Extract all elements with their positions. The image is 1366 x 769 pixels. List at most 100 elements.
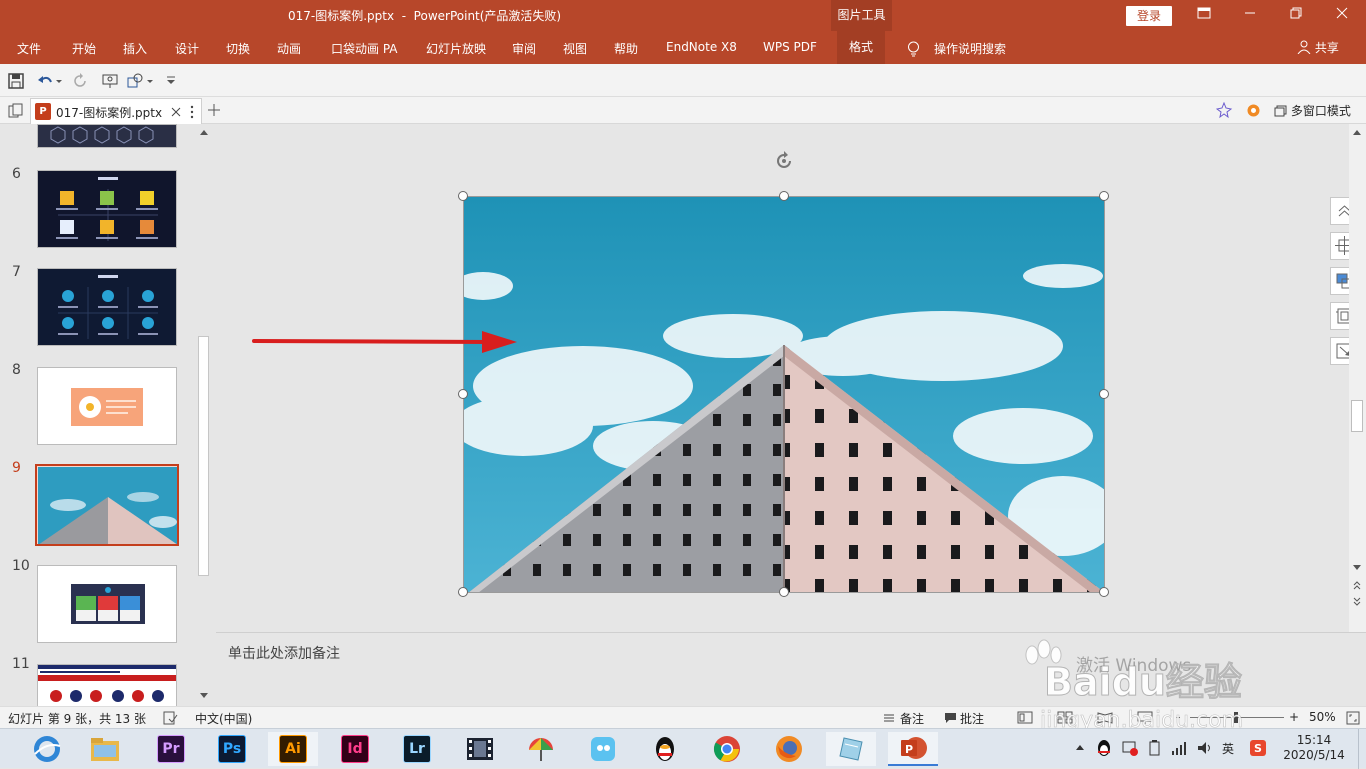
shapes-icon[interactable] xyxy=(126,72,144,90)
resize-handle-top-left[interactable] xyxy=(458,191,468,201)
slide-thumbnail-11[interactable] xyxy=(37,664,177,706)
tab-animations[interactable]: 动画 xyxy=(277,40,301,57)
fit-to-window-icon[interactable] xyxy=(1346,711,1360,725)
notes-placeholder[interactable]: 单击此处添加备注 xyxy=(228,643,340,663)
previous-slide-icon[interactable] xyxy=(1352,579,1362,591)
undo-dropdown-icon[interactable] xyxy=(54,72,64,90)
wifi-signal-icon[interactable] xyxy=(1170,739,1188,757)
slide-thumbnail-8[interactable] xyxy=(37,367,177,445)
comments-toggle-button[interactable]: 批注 xyxy=(960,710,984,727)
network-warning-icon[interactable] xyxy=(1121,739,1139,757)
minimize-button[interactable] xyxy=(1227,0,1273,31)
tab-endnote[interactable]: EndNote X8 xyxy=(666,40,737,54)
language-status[interactable]: 中文(中国) xyxy=(195,710,252,727)
tab-transitions[interactable]: 切换 xyxy=(226,40,250,57)
multi-window-mode-button[interactable]: 多窗口模式 xyxy=(1274,102,1351,119)
slide-thumbnail-7[interactable] xyxy=(37,268,177,346)
taskbar-file-explorer[interactable] xyxy=(80,732,130,766)
share-button[interactable]: 共享 xyxy=(1297,39,1339,56)
tab-review[interactable]: 审阅 xyxy=(512,40,536,57)
shapes-dropdown-icon[interactable] xyxy=(145,72,155,90)
slide-thumbnail-6[interactable] xyxy=(37,170,177,248)
taskbar-photoshop[interactable]: Ps xyxy=(207,732,257,766)
tab-home[interactable]: 开始 xyxy=(72,40,96,57)
ribbon-display-options-button[interactable] xyxy=(1181,0,1227,31)
taskbar-lightroom[interactable]: Lr xyxy=(392,732,442,766)
tab-help[interactable]: 帮助 xyxy=(614,40,638,57)
scroll-up-icon[interactable] xyxy=(1352,128,1362,136)
tab-pocket-animation[interactable]: 口袋动画 PA xyxy=(331,40,398,57)
spell-check-icon[interactable] xyxy=(163,711,178,725)
scroll-down-icon[interactable] xyxy=(199,692,209,700)
taskbar-premiere[interactable]: Pr xyxy=(146,732,196,766)
battery-icon[interactable] xyxy=(1146,739,1164,757)
tab-design[interactable]: 设计 xyxy=(175,40,199,57)
tab-slideshow[interactable]: 幻灯片放映 xyxy=(426,40,486,57)
taskbar-firefox[interactable] xyxy=(764,732,814,766)
save-icon[interactable] xyxy=(7,72,25,90)
taskbar-photos[interactable] xyxy=(516,732,566,766)
resize-handle-bottom-right[interactable] xyxy=(1099,587,1109,597)
minimize-icon xyxy=(1245,12,1255,14)
notes-pane[interactable]: 单击此处添加备注 激活 Windows Baidu经验 xyxy=(216,632,1366,706)
show-hidden-icons[interactable] xyxy=(1075,743,1085,751)
taskbar-chrome[interactable] xyxy=(702,732,752,766)
zoom-level[interactable]: 50% xyxy=(1309,710,1336,724)
scroll-down-icon[interactable] xyxy=(1352,564,1362,572)
slides-panel-scrollbar[interactable] xyxy=(196,124,212,706)
tab-file[interactable]: 文件 xyxy=(17,40,41,57)
taskbar-messenger[interactable] xyxy=(578,732,628,766)
resize-handle-right[interactable] xyxy=(1099,389,1109,399)
taskbar-video-editor[interactable] xyxy=(455,732,505,766)
login-button[interactable]: 登录 xyxy=(1126,6,1172,26)
scrollbar-thumb[interactable] xyxy=(1351,400,1363,432)
tell-me-search[interactable]: 操作说明搜索 xyxy=(934,40,1006,57)
taskbar-illustrator[interactable]: Ai xyxy=(268,732,318,766)
scroll-up-icon[interactable] xyxy=(199,128,209,136)
taskbar-notes[interactable] xyxy=(826,732,876,766)
input-method-indicator[interactable]: 英 xyxy=(1222,740,1234,757)
tab-insert[interactable]: 插入 xyxy=(123,40,147,57)
resize-handle-bottom[interactable] xyxy=(779,587,789,597)
qq-tray-icon[interactable] xyxy=(1095,738,1113,758)
taskbar-powerpoint[interactable]: P xyxy=(888,732,938,766)
restore-button[interactable] xyxy=(1273,0,1319,31)
taskbar-clock[interactable]: 15:14 2020/5/14 xyxy=(1282,733,1346,763)
close-tab-icon[interactable] xyxy=(171,107,181,117)
magic-wand-icon[interactable] xyxy=(1216,102,1233,119)
redo-icon[interactable] xyxy=(71,72,89,90)
tab-format[interactable]: 格式 xyxy=(837,31,886,64)
slide-thumbnail-5[interactable] xyxy=(37,124,177,148)
scrollbar-thumb[interactable] xyxy=(198,336,209,576)
notes-toggle-button[interactable]: 备注 xyxy=(900,710,924,727)
new-tab-icon[interactable] xyxy=(207,103,221,117)
document-tab[interactable]: P 017-图标案例.pptx xyxy=(30,98,202,124)
slide-thumbnail-10[interactable] xyxy=(37,565,177,643)
resize-handle-top[interactable] xyxy=(779,191,789,201)
zoom-in-button[interactable]: + xyxy=(1289,710,1299,724)
taskbar-browser[interactable] xyxy=(22,732,72,766)
presentation-icon[interactable] xyxy=(101,72,119,90)
settings-gear-icon[interactable] xyxy=(1245,102,1262,119)
copy-pages-icon[interactable] xyxy=(8,103,23,118)
slide-editing-area[interactable] xyxy=(216,124,1359,632)
tab-view[interactable]: 视图 xyxy=(563,40,587,57)
more-options-icon[interactable] xyxy=(189,105,195,119)
customize-qat-icon[interactable] xyxy=(164,72,178,90)
tab-wps-pdf[interactable]: WPS PDF xyxy=(763,40,817,54)
next-slide-icon[interactable] xyxy=(1352,596,1362,608)
volume-icon[interactable] xyxy=(1196,739,1214,757)
resize-handle-left[interactable] xyxy=(458,389,468,399)
rotate-handle-icon[interactable] xyxy=(773,150,795,172)
sogou-input-icon[interactable]: S xyxy=(1249,739,1267,757)
undo-icon[interactable] xyxy=(36,72,54,90)
resize-handle-top-right[interactable] xyxy=(1099,191,1109,201)
taskbar-indesign[interactable]: Id xyxy=(330,732,380,766)
slide-thumbnail-9-selected[interactable] xyxy=(35,464,179,546)
taskbar-qq[interactable] xyxy=(640,732,690,766)
show-desktop-button[interactable] xyxy=(1358,729,1366,769)
resize-handle-bottom-left[interactable] xyxy=(458,587,468,597)
editor-scrollbar[interactable] xyxy=(1349,124,1366,632)
normal-view-icon[interactable] xyxy=(1017,711,1033,724)
close-button[interactable] xyxy=(1319,0,1365,31)
